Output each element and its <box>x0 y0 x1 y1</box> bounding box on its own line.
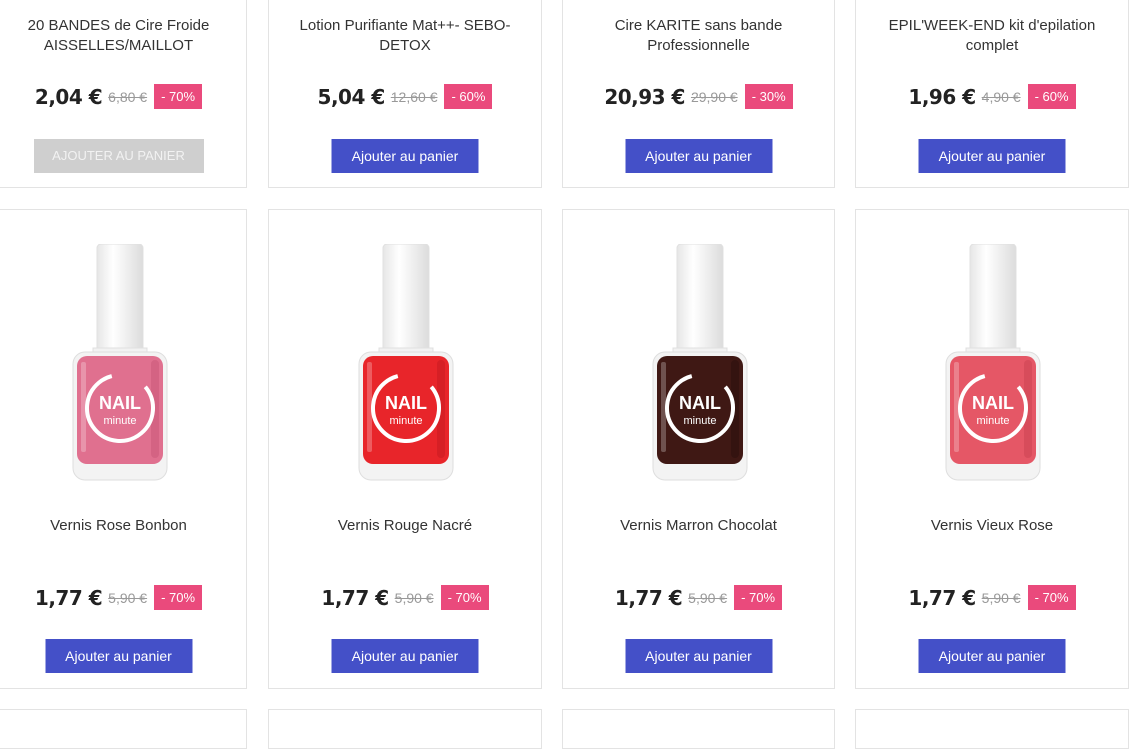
product-card: NAIL minute Vernis Rouge Nacré 1,77 € 5,9… <box>268 209 542 689</box>
nail-polish-bottle-image[interactable]: NAIL minute <box>639 244 759 484</box>
nail-polish-bottle-image[interactable]: NAIL minute <box>59 244 179 484</box>
price-row: 20,93 € 29,90 € - 30% <box>563 84 834 109</box>
logo-text-nail: NAIL <box>679 393 721 413</box>
product-title[interactable]: Vernis Rose Bonbon <box>0 516 246 536</box>
product-card: 20 BANDES de Cire Froide AISSELLES/MAILL… <box>0 0 247 188</box>
product-card: Cire KARITE sans bande Professionnelle 2… <box>562 0 835 188</box>
product-price: 1,77 € <box>614 585 683 610</box>
bottle-cap <box>96 244 143 353</box>
logo-text-minute: minute <box>103 415 136 427</box>
add-to-cart-button[interactable]: Ajouter au panier <box>45 639 192 673</box>
add-to-cart-button[interactable]: Ajouter au panier <box>918 639 1066 673</box>
bottle-cap <box>676 244 723 353</box>
product-card <box>0 709 247 749</box>
old-price: 29,90 € <box>690 88 738 105</box>
product-price: 1,77 € <box>321 585 389 610</box>
product-title[interactable]: EPIL'WEEK-END kit d'epilation complet <box>856 16 1128 56</box>
add-to-cart-button[interactable]: Ajouter au panier <box>331 139 479 173</box>
product-card <box>855 709 1129 749</box>
price-row: 1,77 € 5,90 € - 70% <box>856 585 1128 610</box>
product-price: 2,04 € <box>34 84 103 109</box>
product-price: 20,93 € <box>604 84 685 109</box>
price-row: 2,04 € 6,80 € - 70% <box>0 84 246 109</box>
discount-badge: - 60% <box>1027 84 1076 109</box>
product-title[interactable]: Vernis Vieux Rose <box>856 516 1128 536</box>
logo-text-nail: NAIL <box>972 393 1014 413</box>
product-card: EPIL'WEEK-END kit d'epilation complet 1,… <box>855 0 1129 188</box>
add-to-cart-button[interactable]: AJOUTER AU PANIER <box>33 139 204 173</box>
product-title[interactable]: 20 BANDES de Cire Froide AISSELLES/MAILL… <box>0 16 246 56</box>
add-to-cart-button[interactable]: Ajouter au panier <box>625 139 772 173</box>
logo-text-minute: minute <box>389 415 422 427</box>
product-card <box>562 709 835 749</box>
discount-badge: - 60% <box>444 84 493 109</box>
old-price: 6,80 € <box>108 88 148 105</box>
product-card: Lotion Purifiante Mat++- SEBO-DETOX 5,04… <box>268 0 542 188</box>
old-price: 12,60 € <box>390 88 438 105</box>
product-card: NAIL minute Vernis Vieux Rose 1,77 € 5,90… <box>855 209 1129 689</box>
discount-badge: - 70% <box>1027 585 1076 610</box>
price-row: 1,96 € 4,90 € - 60% <box>856 84 1128 109</box>
product-title[interactable]: Vernis Marron Chocolat <box>563 516 834 536</box>
product-price: 1,77 € <box>34 585 103 610</box>
add-to-cart-button[interactable]: Ajouter au panier <box>918 139 1066 173</box>
old-price: 4,90 € <box>981 88 1021 105</box>
product-price: 1,96 € <box>908 84 976 109</box>
discount-badge: - 70% <box>154 84 203 109</box>
old-price: 5,90 € <box>688 589 728 606</box>
add-to-cart-button[interactable]: Ajouter au panier <box>625 639 772 673</box>
logo-text-nail: NAIL <box>385 393 427 413</box>
price-row: 1,77 € 5,90 € - 70% <box>0 585 246 610</box>
product-title[interactable]: Vernis Rouge Nacré <box>269 516 541 536</box>
discount-badge: - 30% <box>744 84 793 109</box>
price-row: 1,77 € 5,90 € - 70% <box>563 585 834 610</box>
add-to-cart-button[interactable]: Ajouter au panier <box>331 639 479 673</box>
bottle-cap <box>382 244 430 353</box>
logo-text-nail: NAIL <box>99 393 141 413</box>
logo-text-minute: minute <box>976 415 1009 427</box>
old-price: 5,90 € <box>394 589 434 606</box>
product-card: NAIL minute Vernis Rose Bonbon 1,77 € 5,9… <box>0 209 247 689</box>
old-price: 5,90 € <box>108 589 148 606</box>
bottle-cap <box>969 244 1017 353</box>
product-card <box>268 709 542 749</box>
price-row: 1,77 € 5,90 € - 70% <box>269 585 541 610</box>
price-row: 5,04 € 12,60 € - 60% <box>269 84 541 109</box>
nail-polish-bottle-image[interactable]: NAIL minute <box>932 244 1052 484</box>
product-title[interactable]: Cire KARITE sans bande Professionnelle <box>563 16 834 56</box>
logo-text-minute: minute <box>683 415 716 427</box>
product-card: NAIL minute Vernis Marron Chocolat 1,77 €… <box>562 209 835 689</box>
discount-badge: - 70% <box>154 585 203 610</box>
discount-badge: - 70% <box>440 585 489 610</box>
nail-polish-bottle-image[interactable]: NAIL minute <box>345 244 465 484</box>
old-price: 5,90 € <box>981 589 1021 606</box>
product-title[interactable]: Lotion Purifiante Mat++- SEBO-DETOX <box>269 16 541 56</box>
discount-badge: - 70% <box>734 585 783 610</box>
product-price: 1,77 € <box>908 585 976 610</box>
product-price: 5,04 € <box>317 84 386 109</box>
